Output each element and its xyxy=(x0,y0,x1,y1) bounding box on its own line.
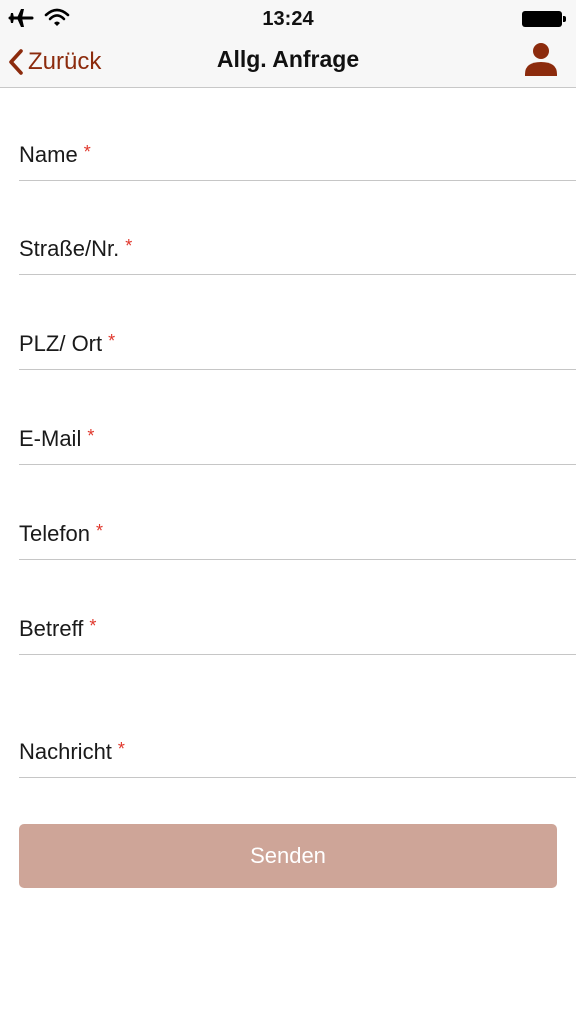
field-label: Telefon * xyxy=(19,521,103,546)
required-marker: * xyxy=(125,236,133,256)
battery-icon xyxy=(522,11,566,27)
field-label: Nachricht * xyxy=(19,739,125,764)
required-marker: * xyxy=(89,616,97,636)
back-button[interactable]: Zurück xyxy=(8,42,101,82)
subject-field[interactable]: Betreff * xyxy=(19,607,576,655)
field-label: Straße/Nr. * xyxy=(19,236,133,261)
name-field[interactable]: Name * xyxy=(19,133,576,181)
person-icon xyxy=(525,43,557,76)
profile-button[interactable] xyxy=(524,42,558,78)
chevron-left-icon xyxy=(9,49,23,75)
field-label: Betreff * xyxy=(19,616,97,641)
field-label: PLZ/ Ort * xyxy=(19,331,116,356)
status-bar: 13:24 xyxy=(0,0,576,38)
required-marker: * xyxy=(108,331,116,351)
zip-city-field[interactable]: PLZ/ Ort * xyxy=(19,322,576,370)
field-label: Name * xyxy=(19,142,91,167)
required-marker: * xyxy=(95,521,103,541)
field-label: E-Mail * xyxy=(19,426,95,451)
back-button-label: Zurück xyxy=(28,48,102,75)
required-marker: * xyxy=(87,426,95,446)
required-marker: * xyxy=(117,739,125,759)
send-button-label: Senden xyxy=(250,843,326,868)
message-field[interactable]: Nachricht * xyxy=(19,730,576,778)
navigation-bar: Zurück Allg. Anfrage xyxy=(0,38,576,88)
phone-field[interactable]: Telefon * xyxy=(19,512,576,560)
street-field[interactable]: Straße/Nr. * xyxy=(19,227,576,275)
email-field[interactable]: E-Mail * xyxy=(19,417,576,465)
send-button[interactable]: Senden xyxy=(19,824,557,888)
required-marker: * xyxy=(83,142,91,162)
status-time: 13:24 xyxy=(262,8,314,30)
